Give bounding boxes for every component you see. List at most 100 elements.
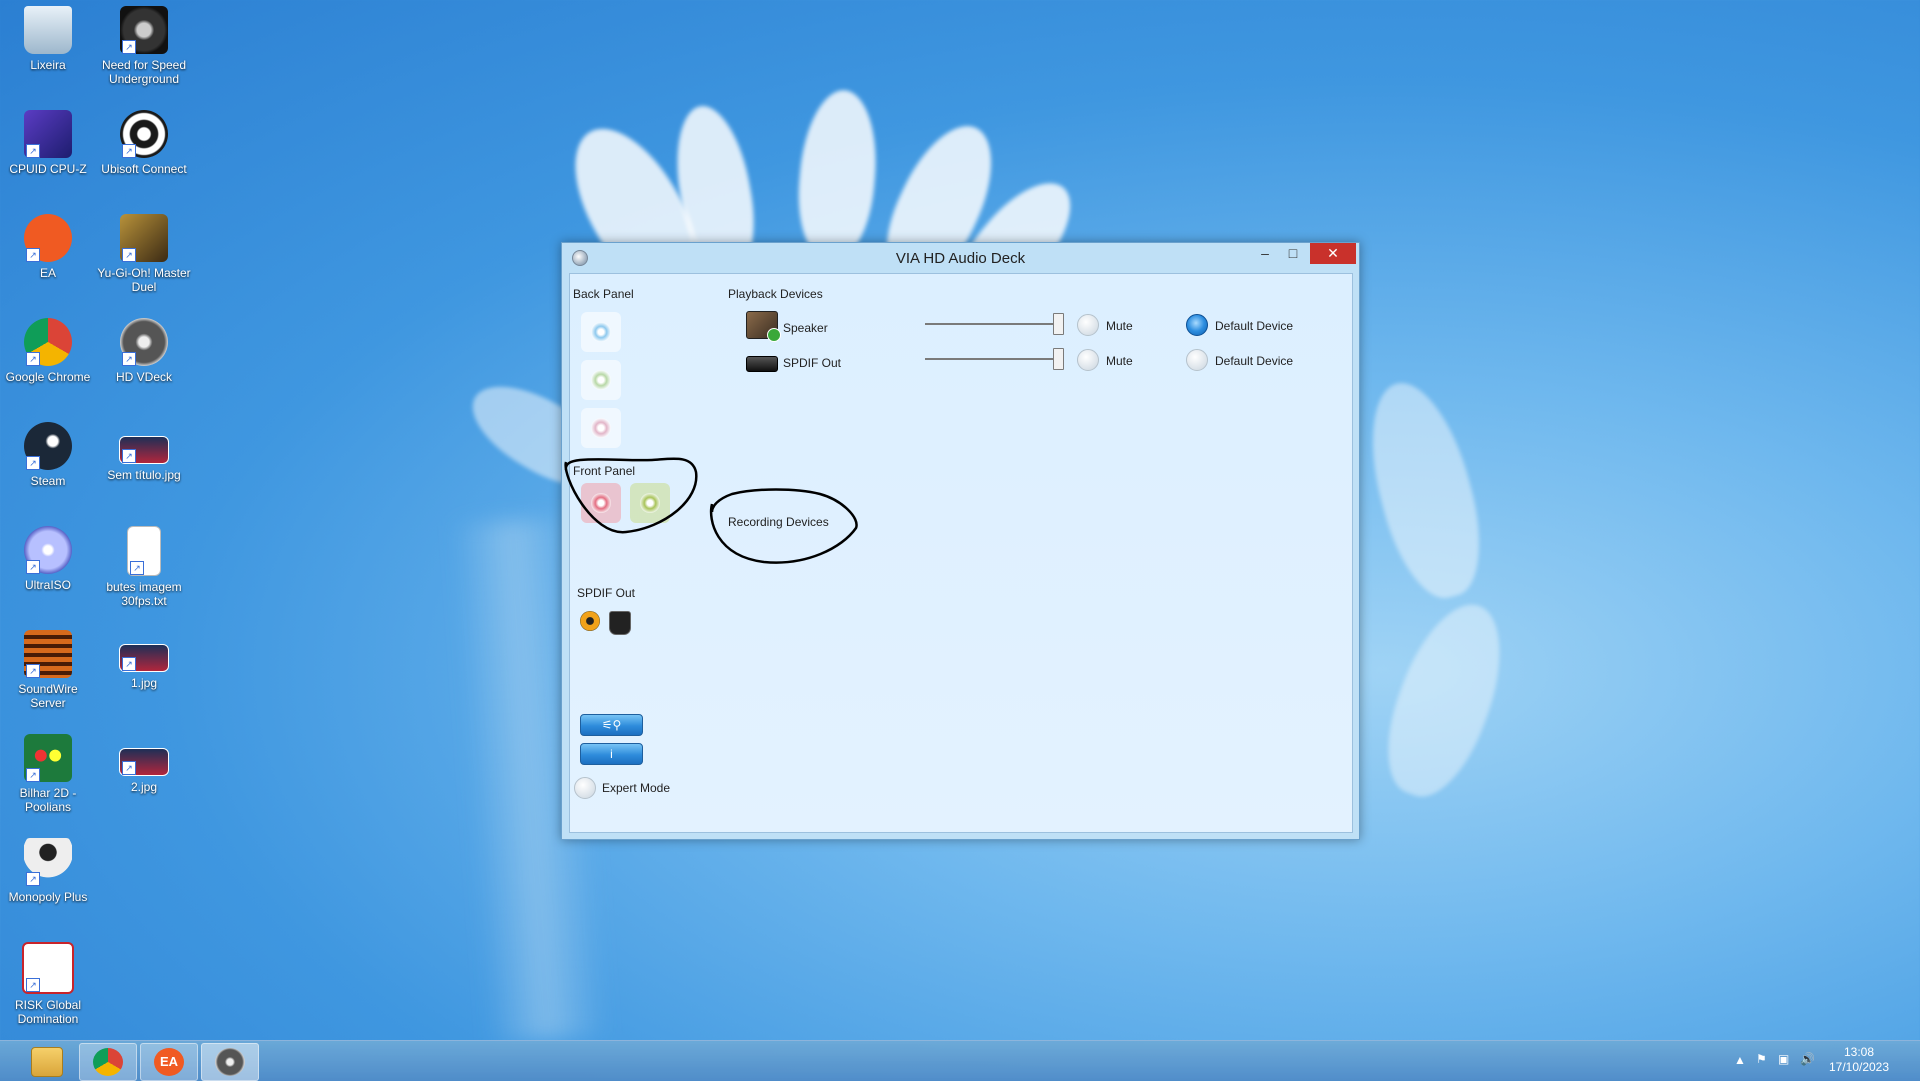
spdif-default-device-label: Default Device xyxy=(1215,354,1294,368)
pool-game-icon: ↗ xyxy=(24,734,72,782)
shortcut-arrow-icon: ↗ xyxy=(26,664,40,678)
chrome-icon: ↗ xyxy=(24,318,72,366)
window-titlebar[interactable]: VIA HD Audio Deck – □ ✕ xyxy=(562,243,1359,271)
desktop-icon-label: EA xyxy=(39,266,56,280)
desktop-icon[interactable]: ↗ Ubisoft Connect xyxy=(96,110,192,176)
shortcut-arrow-icon: ↗ xyxy=(122,248,136,262)
speaker-icon xyxy=(746,311,781,342)
information-button[interactable]: i xyxy=(580,743,643,765)
desktop-icon[interactable]: ↗ butes imagem 30fps.txt xyxy=(96,526,192,608)
wallpaper-petal xyxy=(792,87,883,263)
expert-mode-radio[interactable] xyxy=(574,777,596,799)
taskbar-ea[interactable]: EA xyxy=(140,1043,198,1081)
wallpaper-petal xyxy=(1353,372,1497,608)
front-panel-jack-green[interactable] xyxy=(630,483,670,523)
ultraiso-icon: ↗ xyxy=(24,526,72,574)
speaker-label: Speaker xyxy=(783,321,828,335)
file-explorer-icon xyxy=(31,1047,63,1077)
shortcut-arrow-icon: ↗ xyxy=(122,352,136,366)
text-file-icon: ↗ xyxy=(127,526,161,576)
volume-icon[interactable]: 🔊 xyxy=(1800,1052,1815,1066)
taskbar: EA ▲ ⚑ ▣ 🔊 13:08 17/10/2023 xyxy=(0,1040,1920,1081)
taskbar-chrome[interactable] xyxy=(79,1043,137,1081)
spdif-out-label: SPDIF Out xyxy=(577,586,636,600)
speaker-volume-slider[interactable] xyxy=(925,323,1058,325)
shortcut-arrow-icon: ↗ xyxy=(26,248,40,262)
window-title: VIA HD Audio Deck xyxy=(895,250,1026,267)
action-center-flag-icon[interactable]: ⚑ xyxy=(1756,1052,1767,1066)
desktop-icon[interactable]: ↗ Yu-Gi-Oh! Master Duel xyxy=(96,214,192,294)
spdif-volume-slider[interactable] xyxy=(925,358,1058,360)
taskbar-file-explorer[interactable] xyxy=(18,1043,74,1079)
desktop-icon-label: UltraISO xyxy=(24,578,71,592)
shortcut-arrow-icon: ↗ xyxy=(26,560,40,574)
shortcut-arrow-icon: ↗ xyxy=(122,449,136,463)
desktop-icon[interactable]: ↗ CPUID CPU-Z xyxy=(0,110,96,176)
desktop-icon[interactable]: ↗ Sem título.jpg xyxy=(96,422,192,482)
clock-time: 13:08 xyxy=(1843,1045,1875,1059)
yugioh-icon: ↗ xyxy=(120,214,168,262)
desktop-icon[interactable]: ↗ Google Chrome xyxy=(0,318,96,384)
cpuz-icon: ↗ xyxy=(24,110,72,158)
clock-date: 17/10/2023 xyxy=(1828,1060,1890,1074)
desktop-icon[interactable]: ↗ 2.jpg xyxy=(96,734,192,794)
speaker-volume-thumb[interactable] xyxy=(1053,313,1064,335)
spdif-device-icon xyxy=(746,356,778,372)
speaker-mute-radio[interactable] xyxy=(1077,314,1099,336)
speaker-mute-label: Mute xyxy=(1106,319,1133,333)
desktop-icon-label: 1.jpg xyxy=(130,676,158,690)
back-panel-jack-pink[interactable] xyxy=(581,408,621,448)
shortcut-arrow-icon: ↗ xyxy=(26,456,40,470)
close-button[interactable]: ✕ xyxy=(1310,243,1356,264)
desktop-icon[interactable]: ↗ Bilhar 2D - Poolians xyxy=(0,734,96,814)
spdif-optical-icon xyxy=(609,611,631,635)
spdif-out-device-label: SPDIF Out xyxy=(783,356,842,370)
desktop-icon[interactable]: ↗ SoundWire Server xyxy=(0,630,96,710)
desktop-icon[interactable]: ↗ Monopoly Plus xyxy=(0,838,96,904)
shortcut-arrow-icon: ↗ xyxy=(122,761,136,775)
chrome-icon xyxy=(93,1048,123,1076)
speaker-default-device-label: Default Device xyxy=(1215,319,1294,333)
spdif-default-device-radio[interactable] xyxy=(1186,349,1208,371)
recycle-bin-icon xyxy=(24,6,72,54)
shortcut-arrow-icon: ↗ xyxy=(26,872,40,886)
spdif-mute-radio[interactable] xyxy=(1077,349,1099,371)
desktop-icon[interactable]: Lixeira xyxy=(0,6,96,72)
desktop-icon[interactable]: ↗ Steam xyxy=(0,422,96,488)
audio-deck-window: VIA HD Audio Deck – □ ✕ Back Panel Front… xyxy=(561,242,1360,840)
network-icon[interactable]: ▣ xyxy=(1778,1052,1789,1066)
playback-devices-label: Playback Devices xyxy=(728,287,823,301)
desktop-icon[interactable]: ↗ Need for Speed Underground xyxy=(96,6,192,86)
shortcut-arrow-icon: ↗ xyxy=(26,144,40,158)
game-nfs-icon: ↗ xyxy=(120,6,168,54)
shortcut-arrow-icon: ↗ xyxy=(26,978,40,992)
shortcut-arrow-icon: ↗ xyxy=(122,657,136,671)
speaker-default-device-radio[interactable] xyxy=(1186,314,1208,336)
desktop-icon[interactable]: ↗ UltraISO xyxy=(0,526,96,592)
desktop-icon-label: Need for Speed Underground xyxy=(101,58,187,86)
desktop-icon[interactable]: ↗ RISK Global Domination xyxy=(0,942,96,1026)
taskbar-hd-vdeck[interactable] xyxy=(201,1043,259,1081)
desktop-icon[interactable]: ↗ 1.jpg xyxy=(96,630,192,690)
minimize-button[interactable]: – xyxy=(1250,243,1280,264)
image-file-icon: ↗ xyxy=(119,436,169,464)
show-hidden-icons-icon[interactable]: ▲ xyxy=(1734,1053,1746,1067)
desktop-icon-label: butes imagem 30fps.txt xyxy=(106,580,182,608)
back-panel-jack-green[interactable] xyxy=(581,360,621,400)
wallpaper-petal xyxy=(1368,590,1522,810)
back-panel-jack-blue[interactable] xyxy=(581,312,621,352)
desktop-icon-label: CPUID CPU-Z xyxy=(9,162,87,176)
spdif-mute-label: Mute xyxy=(1106,354,1133,368)
steam-icon: ↗ xyxy=(24,422,72,470)
front-panel-jack-pink[interactable] xyxy=(581,483,621,523)
desktop-icon-label: Sem título.jpg xyxy=(107,468,181,482)
desktop-icon[interactable]: ↗ EA xyxy=(0,214,96,280)
spdif-volume-thumb[interactable] xyxy=(1053,348,1064,370)
taskbar-clock[interactable]: 13:08 17/10/2023 xyxy=(1824,1045,1894,1075)
monopoly-icon: ↗ xyxy=(24,838,72,886)
desktop-icon[interactable]: ↗ HD VDeck xyxy=(96,318,192,384)
connector-settings-button[interactable]: ⚟⚲ xyxy=(580,714,643,736)
maximize-button[interactable]: □ xyxy=(1278,243,1308,264)
shortcut-arrow-icon: ↗ xyxy=(122,40,136,54)
desktop-icon-label: Yu-Gi-Oh! Master Duel xyxy=(97,266,191,294)
